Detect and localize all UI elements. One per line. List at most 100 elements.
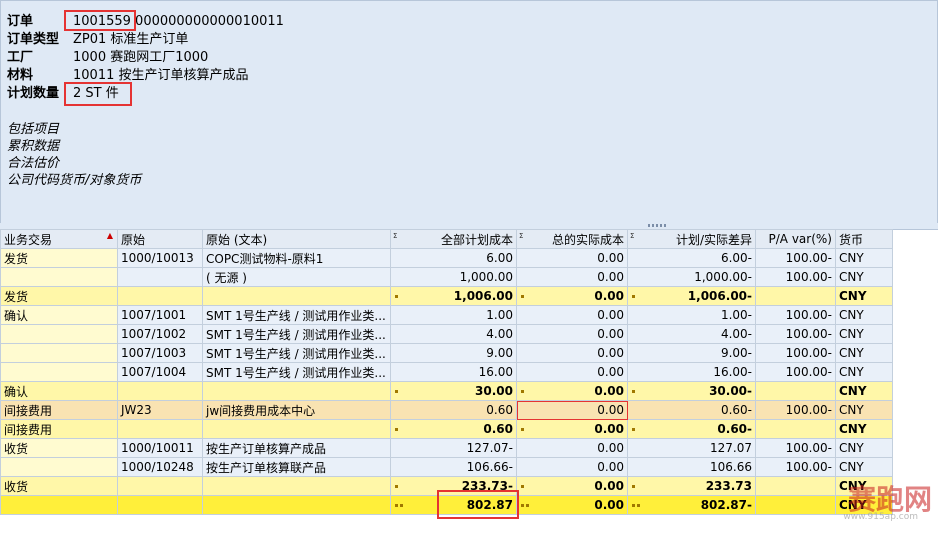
cell-origin[interactable]: 1007/1002 [117, 324, 203, 344]
cell-diff[interactable]: 30.00- [627, 381, 756, 401]
cell-diff[interactable]: 1.00- [627, 305, 756, 325]
col-origin-text[interactable]: 原始 (文本) [202, 229, 391, 249]
cell-origin[interactable]: 1007/1001 [117, 305, 203, 325]
cell-transaction[interactable] [0, 362, 118, 382]
cell-diff[interactable]: 0.60- [627, 419, 756, 439]
cell-actual[interactable]: 0.00 [516, 286, 628, 306]
table-row[interactable]: 1007/1003 SMT 1号生产线 / 测试用作业类... 9.00 0.00 9.… [0, 343, 893, 363]
cell-actual[interactable]: 0.00 [516, 457, 628, 477]
option-cumulative-data[interactable]: 累积数据 [7, 138, 59, 155]
cell-origin[interactable]: 1000/10013 [117, 248, 203, 268]
col-origin[interactable]: 原始 [117, 229, 203, 249]
cell-origin[interactable]: 1000/10011 [117, 438, 203, 458]
table-row[interactable]: ( 无源 ) 1,000.00 0.00 1,000.00- 100.00- CNY [0, 267, 893, 287]
cell-actual[interactable]: 0.00 [516, 248, 628, 268]
col-diff[interactable]: Σ 计划/实际差异 [627, 229, 756, 249]
cell-diff[interactable]: 233.73 [627, 476, 756, 496]
cell-currency[interactable]: CNY [835, 248, 893, 268]
cell-diff[interactable]: 1,000.00- [627, 267, 756, 287]
cell-origin[interactable] [117, 419, 203, 439]
cell-currency[interactable]: CNY [835, 419, 893, 439]
table-row[interactable]: 确认 1007/1001 SMT 1号生产线 / 测试用作业类... 1.00 0.00… [0, 305, 893, 325]
cell-currency[interactable]: CNY [835, 343, 893, 363]
cell-origin[interactable] [117, 286, 203, 306]
cell-diff[interactable]: 1,006.00- [627, 286, 756, 306]
cell-actual[interactable]: 0.00 [516, 305, 628, 325]
cell-plan[interactable]: 127.07- [390, 438, 517, 458]
cell-pct[interactable]: 100.00- [755, 457, 836, 477]
cell-origin-text[interactable]: 按生产订单核算联产品 [202, 457, 391, 477]
cell-origin-text[interactable]: 按生产订单核算产成品 [202, 438, 391, 458]
cell-plan[interactable]: 6.00 [390, 248, 517, 268]
cell-plan[interactable]: 1,006.00 [390, 286, 517, 306]
cell-origin-text[interactable]: ( 无源 ) [202, 267, 391, 287]
cell-actual[interactable]: 0.00 [516, 438, 628, 458]
cell-origin[interactable] [117, 476, 203, 496]
cell-pct[interactable]: 100.00- [755, 400, 836, 420]
cell-plan[interactable]: 4.00 [390, 324, 517, 344]
cell-origin[interactable]: JW23 [117, 400, 203, 420]
cell-origin[interactable] [117, 495, 203, 515]
cell-pct[interactable]: 100.00- [755, 362, 836, 382]
cell-transaction[interactable] [0, 495, 118, 515]
cell-plan[interactable]: 1.00 [390, 305, 517, 325]
cell-pct[interactable] [755, 495, 836, 515]
cell-actual[interactable]: 0.00 [516, 419, 628, 439]
cell-actual[interactable]: 0.00 [516, 362, 628, 382]
cell-plan[interactable]: 0.60 [390, 400, 517, 420]
cell-currency[interactable]: CNY [835, 457, 893, 477]
cell-currency[interactable]: CNY [835, 267, 893, 287]
cell-origin[interactable]: 1007/1004 [117, 362, 203, 382]
subtotal-row[interactable]: 确认 30.00 0.00 30.00- CNY [0, 381, 893, 401]
cell-origin-text[interactable] [202, 286, 391, 306]
cell-actual[interactable]: 0.00 [516, 495, 628, 515]
cell-transaction[interactable]: 确认 [0, 305, 118, 325]
cell-pct[interactable] [755, 419, 836, 439]
cell-pct[interactable]: 100.00- [755, 343, 836, 363]
cell-currency[interactable]: CNY [835, 362, 893, 382]
cell-actual[interactable]: 0.00 [516, 381, 628, 401]
cell-currency[interactable]: CNY [835, 324, 893, 344]
cell-origin[interactable] [117, 381, 203, 401]
col-plan[interactable]: Σ 全部计划成本 [390, 229, 517, 249]
table-row[interactable]: 1007/1002 SMT 1号生产线 / 测试用作业类... 4.00 0.00 4.… [0, 324, 893, 344]
cell-transaction[interactable] [0, 343, 118, 363]
cell-origin-text[interactable]: COPC测试物料-原料1 [202, 248, 391, 268]
cell-currency[interactable]: CNY [835, 286, 893, 306]
subtotal-row[interactable]: 间接费用 0.60 0.00 0.60- CNY [0, 419, 893, 439]
cell-diff[interactable]: 16.00- [627, 362, 756, 382]
table-row[interactable]: 1007/1004 SMT 1号生产线 / 测试用作业类... 16.00 0.00 1… [0, 362, 893, 382]
cell-plan[interactable]: 9.00 [390, 343, 517, 363]
grip-icon[interactable] [648, 224, 668, 227]
cell-pct[interactable]: 100.00- [755, 324, 836, 344]
cell-actual[interactable]: 0.00 [516, 324, 628, 344]
cell-origin[interactable]: 1000/10248 [117, 457, 203, 477]
cell-transaction[interactable]: 收货 [0, 476, 118, 496]
option-currency[interactable]: 公司代码货币/对象货币 [7, 172, 141, 189]
cell-origin-text[interactable] [202, 381, 391, 401]
cell-transaction[interactable] [0, 324, 118, 344]
subtotal-row[interactable]: 发货 1,006.00 0.00 1,006.00- CNY [0, 286, 893, 306]
cell-diff[interactable]: 4.00- [627, 324, 756, 344]
cell-transaction[interactable]: 间接费用 [0, 400, 118, 420]
cell-actual[interactable]: 0.00 [516, 343, 628, 363]
cell-currency[interactable]: CNY [835, 400, 893, 420]
table-row[interactable]: 间接费用 JW23 jw间接费用成本中心 0.60 0.00 0.60- 100.00- CN… [0, 400, 893, 420]
cell-transaction[interactable]: 收货 [0, 438, 118, 458]
cell-origin-text[interactable] [202, 419, 391, 439]
cell-plan[interactable]: 30.00 [390, 381, 517, 401]
option-include-items[interactable]: 包括项目 [7, 121, 59, 138]
cell-diff[interactable]: 6.00- [627, 248, 756, 268]
cell-currency[interactable]: CNY [835, 305, 893, 325]
cell-pct[interactable] [755, 476, 836, 496]
col-transaction[interactable]: 业务交易 ▲ [0, 229, 118, 249]
cell-origin-text[interactable] [202, 495, 391, 515]
cell-transaction[interactable] [0, 267, 118, 287]
cell-origin-text[interactable]: jw间接费用成本中心 [202, 400, 391, 420]
col-currency[interactable]: 货币 [835, 229, 893, 249]
cell-diff[interactable]: 9.00- [627, 343, 756, 363]
cell-currency[interactable]: CNY [835, 438, 893, 458]
option-legal-valuation[interactable]: 合法估价 [7, 155, 59, 172]
cell-plan[interactable]: 1,000.00 [390, 267, 517, 287]
cell-pct[interactable]: 100.00- [755, 248, 836, 268]
